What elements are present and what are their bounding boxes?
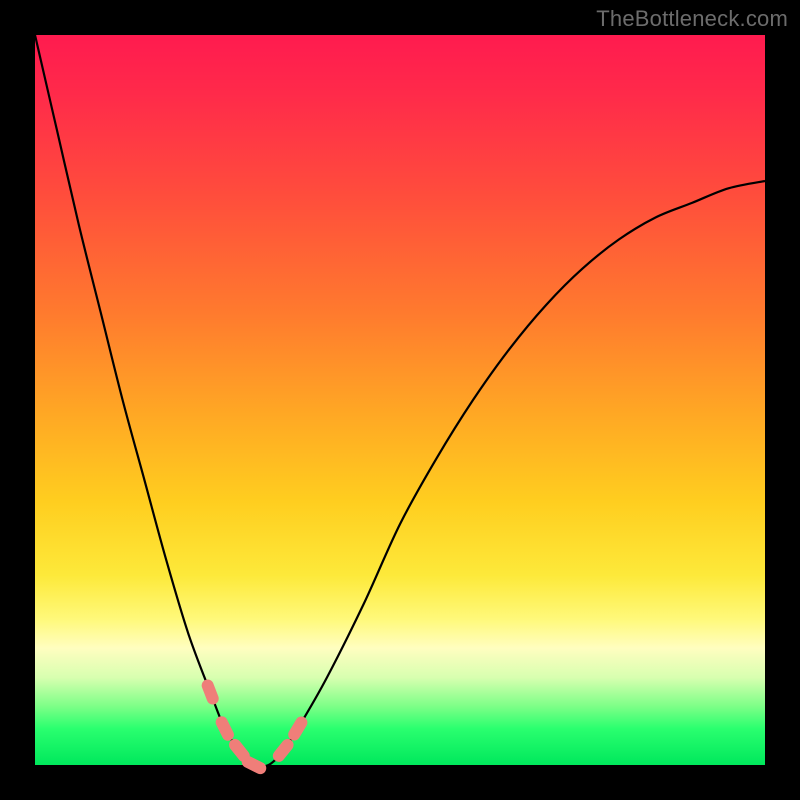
curve-marker bbox=[286, 714, 310, 742]
curve-svg bbox=[35, 35, 765, 765]
watermark-text: TheBottleneck.com bbox=[596, 6, 788, 32]
plot-area bbox=[35, 35, 765, 765]
chart-frame: TheBottleneck.com bbox=[0, 0, 800, 800]
bottleneck-curve bbox=[35, 35, 765, 767]
curve-marker bbox=[214, 714, 236, 743]
curve-marker bbox=[200, 678, 221, 707]
curve-markers bbox=[200, 678, 310, 776]
